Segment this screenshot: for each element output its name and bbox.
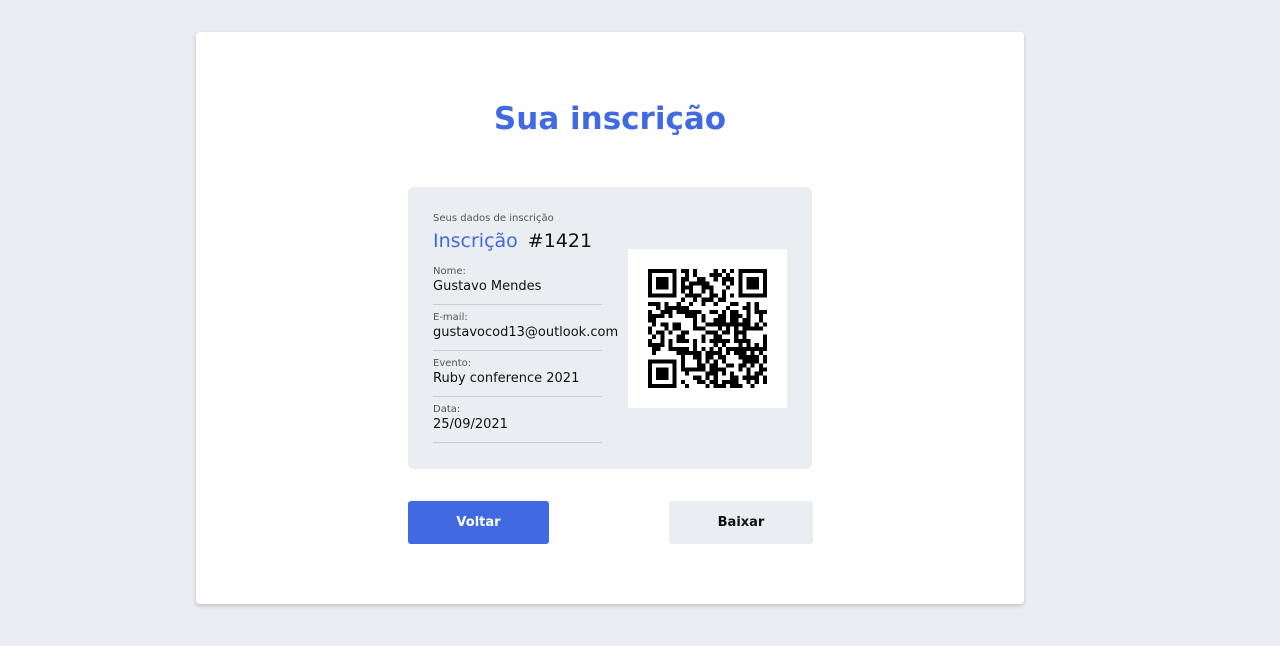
field-event: Evento: Ruby conference 2021 <box>433 358 602 397</box>
registration-panel: Seus dados de inscrição Inscrição #1421 N… <box>408 187 812 469</box>
field-name-value: Gustavo Mendes <box>433 279 542 294</box>
field-email: E-mail: gustavocod13@outlook.com <box>433 312 618 351</box>
field-event-value: Ruby conference 2021 <box>433 371 580 386</box>
field-event-label: Evento: <box>433 358 472 369</box>
field-name: Nome: Gustavo Mendes <box>433 266 602 305</box>
field-name-label: Nome: <box>433 266 466 277</box>
back-button[interactable]: Voltar <box>408 501 549 544</box>
registration-heading-label: Inscrição <box>433 230 518 252</box>
page-title: Sua inscrição <box>493 101 727 137</box>
registration-card: Sua inscrição Seus dados de inscrição In… <box>196 32 1024 604</box>
registration-heading: Inscrição #1421 <box>433 229 592 253</box>
qr-code <box>628 249 787 408</box>
field-date-value: 25/09/2021 <box>433 417 508 432</box>
download-button[interactable]: Baixar <box>669 501 813 544</box>
field-email-value: gustavocod13@outlook.com <box>433 325 619 340</box>
field-email-label: E-mail: <box>433 312 468 323</box>
registration-number: #1421 <box>527 230 593 252</box>
field-date: Data: 25/09/2021 <box>433 404 602 443</box>
field-date-label: Data: <box>433 404 461 415</box>
section-label: Seus dados de inscrição <box>433 213 554 224</box>
qr-code-icon <box>648 269 767 388</box>
